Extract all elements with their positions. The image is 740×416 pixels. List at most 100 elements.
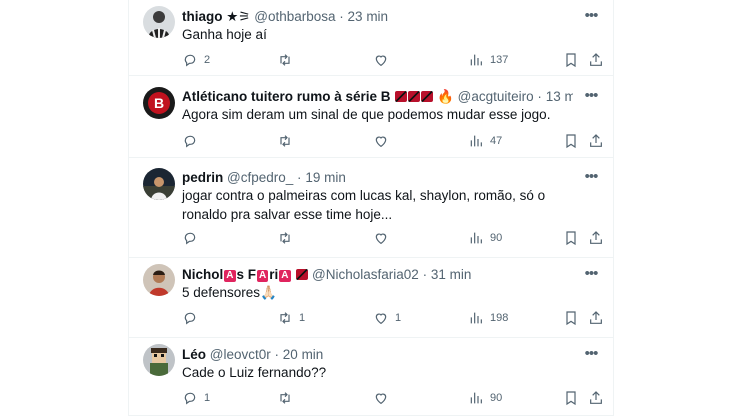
retweet-button[interactable] [277,389,299,407]
reply-icon [184,135,196,148]
views-button[interactable]: 137 [468,51,508,69]
heart-icon [375,55,387,67]
share-button[interactable] [588,389,604,407]
handle[interactable]: @Nicholasfaria02 [312,267,419,282]
timestamp[interactable]: 19 min [305,170,346,185]
retweet-button[interactable] [277,132,299,150]
reply-button[interactable]: 1 [182,389,210,407]
retweet-button[interactable] [277,51,299,69]
timestamp[interactable]: 31 min [431,267,472,282]
more-icon[interactable]: ••• [583,88,599,104]
like-button[interactable] [373,132,395,150]
handle[interactable]: @acgtuiteiro [458,89,534,104]
avatar[interactable] [143,6,175,38]
tweet-header: thiago ★⚞ @othbarbosa · 23 min [182,8,573,26]
more-icon[interactable]: ••• [583,346,599,362]
bookmark-button[interactable] [563,229,579,247]
handle[interactable]: @leovct0r [210,347,271,362]
name-emoji: ★⚞ [226,9,251,24]
view-count: 137 [490,54,509,66]
svg-text:B: B [154,95,164,111]
bookmark-icon [566,53,576,68]
like-button[interactable]: 1 [373,309,401,327]
share-icon [590,53,602,66]
views-icon [470,312,482,324]
display-name[interactable]: pedrin [182,170,223,185]
views-button[interactable]: 47 [468,132,502,150]
reply-button[interactable] [182,132,204,150]
share-icon [590,311,602,324]
views-icon [470,54,482,66]
reply-button[interactable]: 2 [182,51,210,69]
display-name[interactable]: Nichol As F Ari A [182,267,292,282]
bookmark-icon [566,391,576,406]
bookmark-button[interactable] [563,51,579,69]
tweet-header: Nichol As F Ari A @Nicholasfaria02 · 31 min [182,266,573,284]
handle[interactable]: @othbarbosa [254,9,335,24]
tweet-header: pedrin @cfpedro_ · 19 min [182,169,573,187]
timestamp[interactable]: 20 min [283,347,324,362]
display-name[interactable]: thiago [182,9,223,24]
bookmark-button[interactable] [563,132,579,150]
bookmark-icon [566,231,576,246]
like-button[interactable] [373,51,395,69]
tweet[interactable]: B Atléticano tuitero rumo à série B 🔥 @a… [129,76,613,158]
separator-dot: · [422,267,428,282]
separator-dot: · [537,89,542,104]
separator-dot: · [297,170,302,185]
share-icon [590,231,602,244]
flag-emoji [296,269,309,280]
like-count: 1 [395,312,402,324]
tweet-text: Agora sim deram um sinal de que podemos … [182,107,551,122]
view-count: 47 [490,135,503,147]
tweet-text: 5 defensores🙏🏻 [182,285,277,300]
bookmark-button[interactable] [563,389,579,407]
tweet-text: Ganha hoje aí [182,27,267,42]
avatar[interactable] [143,344,175,376]
separator-dot: · [339,9,344,24]
action-bar: 90 [182,229,602,247]
avatar[interactable] [143,264,175,296]
tweet[interactable]: thiago ★⚞ @othbarbosa · 23 min ••• Ganha… [129,0,613,76]
bookmark-button[interactable] [563,309,579,327]
display-name[interactable]: Atléticano tuitero rumo à série B [182,89,391,104]
retweet-button[interactable]: 1 [277,309,305,327]
view-count: 90 [490,392,503,404]
display-name[interactable]: Léo [182,347,206,362]
more-icon[interactable]: ••• [583,266,599,282]
bookmark-icon [566,134,576,149]
tweet[interactable]: Nichol As F Ari A @Nicholasfaria02 · 31 min… [129,258,613,338]
tweet-text: Cade o Luiz fernando?? [182,365,327,380]
reply-button[interactable] [182,309,204,327]
tweet[interactable]: pedrin @cfpedro_ · 19 min ••• jogar cont… [129,158,613,258]
more-icon[interactable]: ••• [583,169,599,185]
more-icon[interactable]: ••• [583,8,599,24]
flag-emoji [408,91,421,102]
share-button[interactable] [588,229,604,247]
reply-button[interactable] [182,229,204,247]
share-button[interactable] [588,309,604,327]
reply-count: 1 [204,392,211,404]
tweet-header: Atléticano tuitero rumo à série B 🔥 @acg… [182,88,573,106]
retweet-button[interactable] [277,229,299,247]
tweet[interactable]: Léo @leovct0r · 20 min ••• Cade o Luiz f… [129,338,613,416]
timestamp[interactable]: 13 min [546,89,573,104]
handle[interactable]: @cfpedro_ [227,170,293,185]
views-button[interactable]: 90 [468,389,502,407]
reply-icon [184,392,196,405]
views-button[interactable]: 198 [468,309,508,327]
share-button[interactable] [588,132,604,150]
like-button[interactable] [373,229,395,247]
share-button[interactable] [588,51,604,69]
action-bar: 1 90 [182,389,602,407]
views-button[interactable]: 90 [468,229,502,247]
timeline: thiago ★⚞ @othbarbosa · 23 min ••• Ganha… [128,0,614,416]
tweet-text: jogar contra o palmeiras com lucas kal, … [182,188,546,222]
like-button[interactable] [373,389,395,407]
reply-icon [184,232,196,245]
retweet-icon [280,232,290,244]
avatar[interactable] [143,168,175,200]
timestamp[interactable]: 23 min [348,9,389,24]
action-bar: 1 1 198 [182,309,602,327]
avatar[interactable]: B [143,87,175,119]
